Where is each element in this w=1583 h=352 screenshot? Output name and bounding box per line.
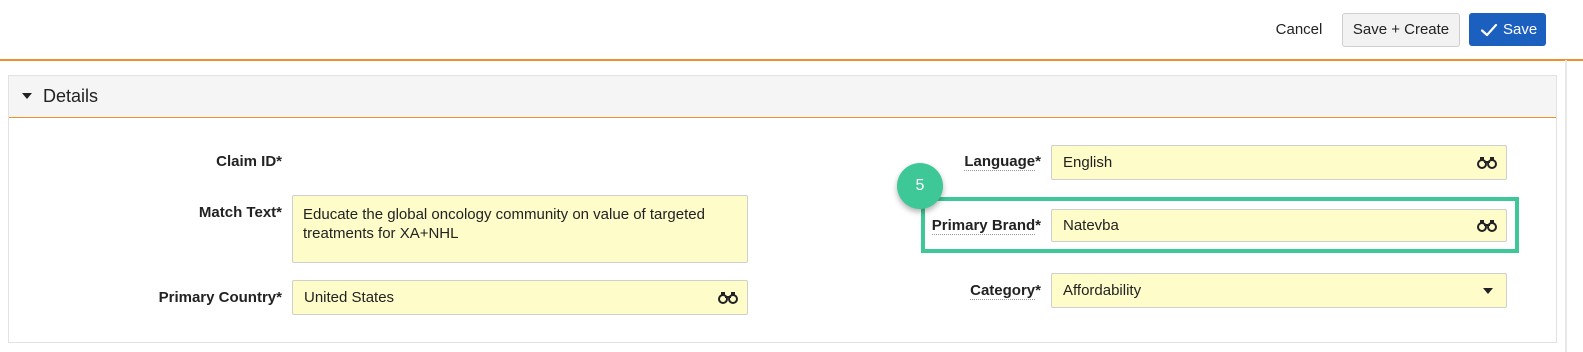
binoculars-icon[interactable] [718, 290, 738, 304]
binoculars-icon[interactable] [1477, 155, 1497, 169]
save-create-button[interactable]: Save + Create [1342, 13, 1460, 47]
cancel-button[interactable]: Cancel [1264, 14, 1334, 46]
details-section-header[interactable]: Details [9, 76, 1556, 118]
step-highlight-box [921, 197, 1519, 253]
category-label: Category* [970, 282, 1041, 300]
dropdown-caret-icon[interactable] [1483, 288, 1493, 294]
section-title: Details [43, 86, 99, 106]
language-value: English [1063, 154, 1113, 171]
claim-id-label: Claim ID* [216, 153, 282, 170]
category-select[interactable]: Affordability [1051, 273, 1507, 308]
category-value: Affordability [1063, 282, 1142, 299]
save-button[interactable]: Save [1469, 13, 1546, 46]
scrollbar-track[interactable] [1565, 60, 1567, 352]
step-number-badge: 5 [897, 163, 943, 209]
top-toolbar: Cancel Save + Create Save [0, 0, 1583, 61]
save-button-label: Save [1503, 21, 1538, 38]
primary-country-field[interactable]: United States [292, 280, 748, 315]
primary-country-value: United States [304, 289, 395, 306]
primary-country-label: Primary Country* [158, 289, 282, 306]
collapse-caret-icon[interactable] [22, 93, 32, 99]
checkmark-icon [1480, 23, 1498, 37]
language-field[interactable]: English [1051, 145, 1507, 180]
match-text-label: Match Text* [198, 204, 282, 221]
match-text-textarea[interactable]: Educate the global oncology community on… [293, 196, 747, 262]
match-text-field[interactable]: Educate the global oncology community on… [292, 195, 748, 263]
